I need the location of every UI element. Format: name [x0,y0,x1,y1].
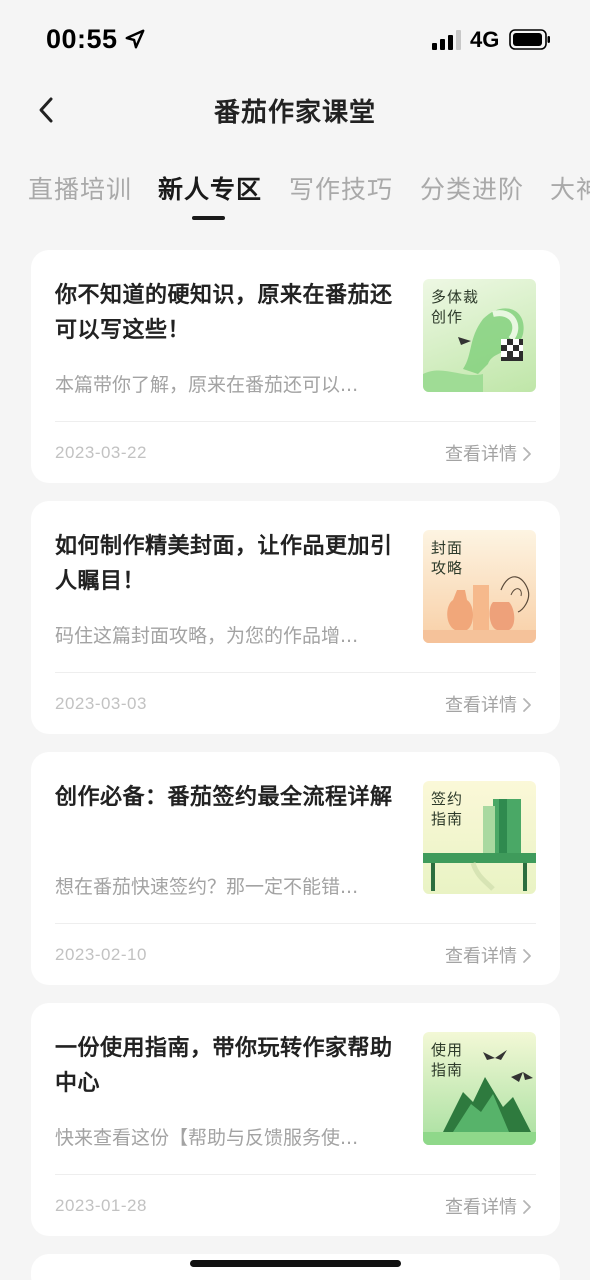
nav-bar: 番茄作家课堂 [0,80,590,140]
article-date: 2023-03-22 [55,443,147,462]
article-title: 你不知道的硬知识，原来在番茄还可以写这些！ [55,283,393,343]
location-arrow-icon [125,29,145,49]
thumbnail-caption: 使用 指南 [431,1041,464,1079]
tab-master[interactable]: 大神 [550,170,590,206]
article-card[interactable]: 你不知道的硬知识，原来在番茄还可以写这些！ 本篇带你了解，原来在番茄还可以...… [31,250,560,483]
page-title: 番茄作家课堂 [213,98,376,128]
article-date: 2023-01-28 [55,1196,147,1215]
article-description: 想在番茄快速签约？那一定不能错... [55,876,359,898]
article-date: 2023-03-03 [55,694,147,713]
article-thumbnail: 使用 指南 [423,1032,536,1145]
article-card-partial[interactable] [31,1254,560,1280]
chevron-right-icon [523,698,531,712]
article-card[interactable]: 创作必备：番茄签约最全流程详解 想在番茄快速签约？那一定不能错... 签约 指南… [31,752,560,985]
article-thumbnail: 封面 攻略 [423,530,536,643]
chevron-right-icon [523,447,531,461]
article-title: 如何制作精美封面，让作品更加引人瞩目！ [55,534,393,594]
article-title: 一份使用指南，带你玩转作家帮助中心 [55,1036,393,1096]
chevron-right-icon [523,1200,531,1214]
view-details-link[interactable]: 查看详情 [420,1183,560,1227]
view-details-label: 查看详情 [445,695,517,716]
view-details-link[interactable]: 查看详情 [420,430,560,474]
article-title: 创作必备：番茄签约最全流程详解 [55,785,393,810]
home-indicator[interactable] [190,1260,401,1267]
divider [55,1174,536,1175]
divider [55,923,536,924]
article-description: 本篇带你了解，原来在番茄还可以... [55,374,359,396]
article-thumbnail: 签约 指南 [423,781,536,894]
article-date: 2023-02-10 [55,945,147,964]
tab-newcomer[interactable]: 新人专区 [158,170,262,206]
status-bar: 00:55 4G [0,0,590,80]
article-thumbnail: 多体裁 创作 [423,279,536,392]
tab-live-training[interactable]: 直播培训 [28,170,132,206]
thumbnail-caption: 封面 攻略 [431,539,464,577]
active-tab-indicator [192,216,225,220]
battery-icon [509,29,550,50]
view-details-link[interactable]: 查看详情 [420,932,560,976]
article-description: 快来查看这份【帮助与反馈服务使... [55,1127,359,1149]
chevron-right-icon [523,949,531,963]
view-details-label: 查看详情 [445,1197,517,1218]
article-card[interactable]: 一份使用指南，带你玩转作家帮助中心 快来查看这份【帮助与反馈服务使... 使用 … [31,1003,560,1236]
network-type: 4G [470,27,500,52]
article-description: 码住这篇封面攻略，为您的作品增... [55,625,359,647]
signal-icon [432,30,461,50]
tab-writing-skills[interactable]: 写作技巧 [289,170,393,206]
view-details-label: 查看详情 [445,946,517,967]
status-time: 00:55 [46,24,118,54]
view-details-link[interactable]: 查看详情 [420,681,560,725]
thumbnail-caption: 多体裁 创作 [431,288,480,326]
divider [55,421,536,422]
article-card[interactable]: 如何制作精美封面，让作品更加引人瞩目！ 码住这篇封面攻略，为您的作品增... 封… [31,501,560,734]
divider [55,672,536,673]
thumbnail-caption: 签约 指南 [431,790,464,828]
tab-category-advanced[interactable]: 分类进阶 [420,170,524,206]
article-list: 你不知道的硬知识，原来在番茄还可以写这些！ 本篇带你了解，原来在番茄还可以...… [31,250,560,1280]
view-details-label: 查看详情 [445,444,517,465]
tab-bar: 直播培训 新人专区 写作技巧 分类进阶 大神 [0,160,590,224]
